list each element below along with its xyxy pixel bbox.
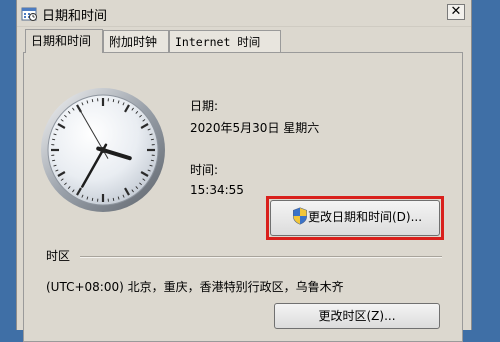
time-value: 15:34:55 bbox=[190, 183, 244, 197]
clock-minute-tick bbox=[52, 139, 55, 140]
title-bar: 日期和时间 ✕ bbox=[17, 0, 471, 27]
clock-minute-tick bbox=[151, 160, 154, 161]
clock-minute-tick bbox=[92, 198, 93, 201]
analog-clock bbox=[39, 86, 167, 214]
time-label: 时间: bbox=[190, 161, 218, 178]
close-button[interactable]: ✕ bbox=[447, 4, 465, 20]
clock-minute-tick bbox=[92, 99, 93, 102]
tab-additional-clocks[interactable]: 附加时钟 bbox=[103, 30, 169, 52]
clock-minute-tick bbox=[113, 198, 114, 201]
date-value: 2020年5月30日 星期六 bbox=[190, 119, 319, 136]
close-icon: ✕ bbox=[451, 4, 462, 19]
change-timezone-button[interactable]: 更改时区(Z)... bbox=[274, 303, 440, 329]
tab-internet-time[interactable]: Internet 时间 bbox=[169, 30, 281, 52]
timezone-section-label: 时区 bbox=[46, 247, 70, 264]
clock-minute-tick bbox=[151, 139, 154, 140]
date-time-app-icon bbox=[21, 5, 37, 21]
clock-minute-tick bbox=[52, 160, 55, 161]
tab-date-and-time[interactable]: 日期和时间 bbox=[25, 29, 103, 53]
window-title: 日期和时间 bbox=[42, 5, 107, 24]
timezone-divider bbox=[80, 256, 442, 258]
clock-minute-tick bbox=[113, 99, 114, 102]
date-label: 日期: bbox=[190, 97, 218, 114]
timezone-value: (UTC+08:00) 北京，重庆，香港特别行政区，乌鲁木齐 bbox=[46, 278, 344, 295]
uac-shield-icon bbox=[292, 207, 308, 225]
